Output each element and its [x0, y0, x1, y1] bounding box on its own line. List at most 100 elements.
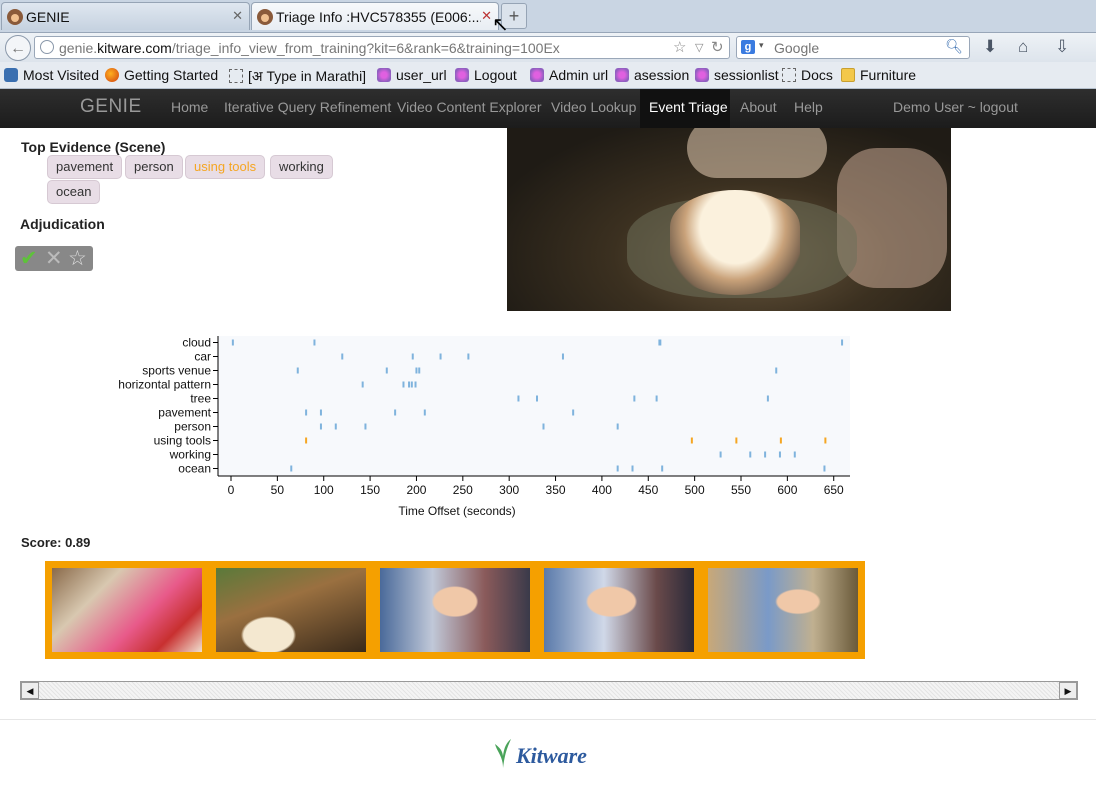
evidence-mark-sports-venue[interactable] — [385, 367, 388, 374]
bookmark-getting-started[interactable]: Getting Started — [105, 67, 218, 83]
nav-video-lookup[interactable]: Video Lookup — [542, 89, 645, 128]
nav-video-content-explorer[interactable]: Video Content Explorer — [388, 89, 551, 128]
evidence-mark-tree[interactable] — [536, 395, 538, 402]
save-download-icon[interactable]: ⇩ — [1055, 37, 1069, 57]
evidence-mark-cloud[interactable] — [231, 339, 234, 346]
back-button[interactable]: ← — [5, 35, 31, 61]
evidence-mark-working[interactable] — [793, 451, 796, 458]
evidence-mark-person[interactable] — [542, 423, 545, 430]
evidence-mark-using-tools[interactable] — [824, 437, 827, 444]
evidence-mark-pavement[interactable] — [572, 409, 575, 416]
evidence-mark-using-tools[interactable] — [305, 437, 308, 444]
reload-icon[interactable]: ↻ — [711, 38, 724, 56]
evidence-mark-ocean[interactable] — [290, 465, 293, 472]
bookmark-docs[interactable]: Docs — [782, 67, 833, 83]
bookmark-type-in-marathi[interactable]: [अ Type in Marathi] — [229, 67, 366, 86]
evidence-mark-tree[interactable] — [655, 395, 658, 402]
video-frame-cake[interactable] — [216, 568, 366, 652]
evidence-mark-using-tools[interactable] — [735, 437, 738, 444]
video-frame-baby[interactable] — [544, 568, 694, 652]
evidence-mark-ocean[interactable] — [631, 465, 634, 472]
nav-iterative-query-refinement[interactable]: Iterative Query Refinement — [215, 89, 400, 128]
evidence-mark-ocean[interactable] — [661, 465, 664, 472]
bookmark-furniture[interactable]: Furniture — [841, 67, 916, 83]
evidence-mark-ocean[interactable] — [616, 465, 619, 472]
evidence-mark-cloud[interactable] — [659, 339, 662, 346]
nav-event-triage[interactable]: Event Triage — [640, 89, 730, 128]
evidence-mark-ocean[interactable] — [823, 465, 826, 472]
evidence-tag-working[interactable]: working — [270, 155, 333, 179]
bookmark-asession[interactable]: asession — [615, 67, 689, 83]
video-frame-gifts[interactable] — [52, 568, 202, 652]
scroll-right-arrow-icon[interactable]: ▶ — [1059, 682, 1077, 699]
evidence-mark-sports-venue[interactable] — [415, 367, 418, 374]
scroll-left-arrow-icon[interactable]: ◀ — [21, 682, 39, 699]
evidence-mark-sports-venue[interactable] — [296, 367, 299, 374]
evidence-mark-horizontal-pattern[interactable] — [414, 381, 417, 388]
evidence-mark-cloud[interactable] — [313, 339, 316, 346]
evidence-mark-using-tools[interactable] — [779, 437, 782, 444]
bookmark-star-icon[interactable]: ☆ — [673, 38, 686, 56]
evidence-mark-sports-venue[interactable] — [775, 367, 778, 374]
evidence-mark-car[interactable] — [439, 353, 442, 360]
search-input[interactable] — [772, 39, 946, 57]
evidence-tag-person[interactable]: person — [125, 155, 183, 179]
nav-help[interactable]: Help — [785, 89, 832, 128]
evidence-mark-working[interactable] — [749, 451, 752, 458]
bookmark-logout[interactable]: Logout — [455, 67, 517, 83]
user-logout-link[interactable]: Demo User ~ logout — [893, 89, 1018, 126]
nav-about[interactable]: About — [731, 89, 786, 128]
bookmark-most-visited[interactable]: Most Visited — [4, 67, 99, 83]
evidence-mark-tree[interactable] — [766, 395, 769, 402]
evidence-mark-using-tools[interactable] — [690, 437, 693, 444]
evidence-mark-horizontal-pattern[interactable] — [361, 381, 364, 388]
evidence-mark-tree[interactable] — [517, 395, 520, 402]
evidence-mark-person[interactable] — [364, 423, 367, 430]
evidence-mark-working[interactable] — [778, 451, 781, 458]
evidence-mark-person[interactable] — [319, 423, 322, 430]
search-icon[interactable]: 🔍︎ — [945, 38, 963, 55]
star-icon[interactable]: ☆ — [68, 246, 87, 271]
evidence-mark-pavement[interactable] — [319, 409, 322, 416]
evidence-mark-car[interactable] — [411, 353, 414, 360]
evidence-mark-working[interactable] — [764, 451, 767, 458]
evidence-mark-horizontal-pattern[interactable] — [408, 381, 411, 388]
video-frame-baby[interactable] — [380, 568, 530, 652]
evidence-mark-pavement[interactable] — [394, 409, 397, 416]
tab-close-icon[interactable]: ✕ — [232, 8, 243, 24]
home-icon[interactable]: ⌂ — [1018, 37, 1028, 57]
evidence-mark-working[interactable] — [719, 451, 722, 458]
evidence-mark-car[interactable] — [467, 353, 470, 360]
evidence-mark-pavement[interactable] — [423, 409, 426, 416]
google-engine-icon[interactable]: g — [741, 40, 755, 54]
bookmark-user-url[interactable]: user_url — [377, 67, 447, 83]
evidence-mark-cloud[interactable] — [841, 339, 844, 346]
search-engine-dropdown-icon[interactable]: ▾ — [759, 40, 764, 51]
evidence-mark-person[interactable] — [334, 423, 337, 430]
evidence-mark-pavement[interactable] — [305, 409, 308, 416]
video-frame-baby-chair[interactable] — [708, 568, 858, 652]
history-dropdown-icon[interactable]: ▽ — [695, 41, 703, 54]
evidence-mark-horizontal-pattern[interactable] — [402, 381, 405, 388]
app-brand[interactable]: GENIE — [80, 96, 142, 118]
search-box[interactable]: g ▾ 🔍︎ — [736, 36, 970, 59]
evidence-mark-car[interactable] — [561, 353, 564, 360]
evidence-tag-using-tools[interactable]: using tools — [185, 155, 266, 179]
evidence-mark-horizontal-pattern[interactable] — [410, 381, 413, 388]
evidence-mark-car[interactable] — [341, 353, 344, 360]
evidence-tag-pavement[interactable]: pavement — [47, 155, 123, 179]
video-player[interactable] — [507, 128, 951, 311]
downloads-icon[interactable]: ⬇ — [983, 37, 997, 57]
evidence-mark-tree[interactable] — [633, 395, 636, 402]
nav-home[interactable]: Home — [162, 89, 217, 128]
tab-close-icon[interactable]: ✕ — [481, 8, 492, 24]
browser-tab-genie[interactable]: GENIE ✕ — [1, 2, 250, 30]
browser-tab-triage-info[interactable]: Triage Info :HVC578355 (E006:... ✕ — [251, 2, 499, 30]
evidence-mark-person[interactable] — [616, 423, 619, 430]
bookmark-admin-url[interactable]: Admin url — [530, 67, 608, 83]
bookmark-sessionlist[interactable]: sessionlist — [695, 67, 779, 83]
reject-x-icon[interactable]: ✕ — [45, 246, 63, 271]
accept-check-icon[interactable]: ✔ — [20, 246, 38, 271]
horizontal-scrollbar[interactable]: ◀ ▶ — [20, 681, 1078, 700]
address-bar[interactable]: genie.kitware.com/triage_info_view_from_… — [34, 36, 730, 59]
